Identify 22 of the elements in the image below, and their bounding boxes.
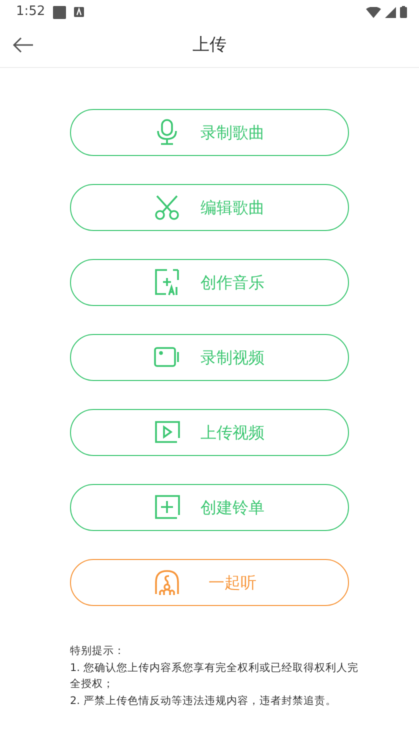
action-button[interactable]: 录制歌曲 xyxy=(70,109,349,156)
action-button[interactable]: 一起听 xyxy=(70,559,349,606)
listen-together-icon xyxy=(152,568,180,597)
notice-title: 特别提示： xyxy=(70,644,126,659)
signal-icon xyxy=(385,6,396,18)
action-button[interactable]: 上传视频 xyxy=(70,409,349,456)
action-button[interactable]: 创作音乐 xyxy=(70,259,349,306)
action-button[interactable]: 录制视频 xyxy=(70,334,349,381)
back-icon[interactable] xyxy=(12,36,34,54)
scissors-icon xyxy=(152,193,180,222)
notice-text: 1. 您确认您上传内容系您享有完全权利或已经取得权利人完全授权； xyxy=(70,660,360,692)
notification-icon xyxy=(74,7,84,17)
wifi-icon xyxy=(366,6,381,18)
ai-add-icon xyxy=(152,268,180,297)
status-time: 1:52 xyxy=(16,3,46,22)
add-box-icon xyxy=(152,493,180,522)
page-title: 上传 xyxy=(192,34,226,57)
notification-icon xyxy=(53,6,66,18)
action-button[interactable]: 创建铃单 xyxy=(70,484,349,531)
notice-text: 2. 严禁上传色情反动等违法违规内容，违者封禁追责。 xyxy=(70,694,338,708)
action-button[interactable]: 编辑歌曲 xyxy=(70,184,349,231)
battery-icon xyxy=(400,6,407,18)
